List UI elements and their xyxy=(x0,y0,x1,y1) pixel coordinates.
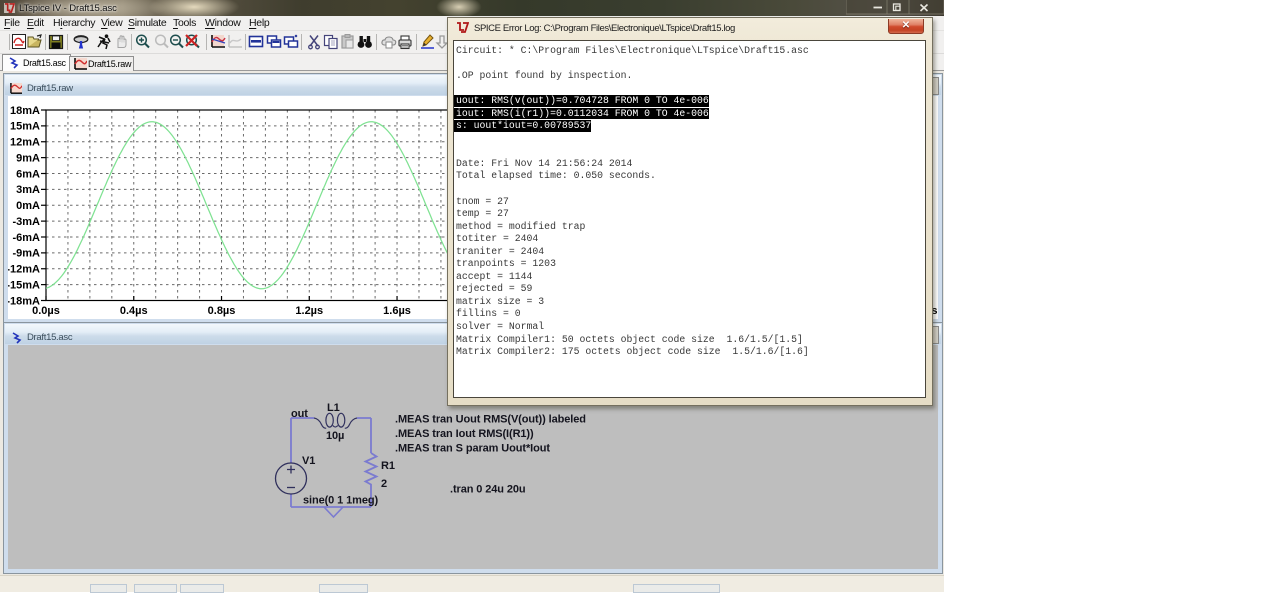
svg-text:-15mA: -15mA xyxy=(8,279,40,291)
svg-text:-3mA: -3mA xyxy=(12,216,40,228)
svg-text:0mA: 0mA xyxy=(16,200,40,212)
svg-text:.tran 0 24u 20u: .tran 0 24u 20u xyxy=(450,484,526,496)
svg-text:1.6µs: 1.6µs xyxy=(383,305,411,317)
svg-text:V1: V1 xyxy=(302,455,315,467)
svg-text:15mA: 15mA xyxy=(10,121,40,133)
svg-text:3mA: 3mA xyxy=(16,184,40,196)
svg-text:12mA: 12mA xyxy=(10,137,40,149)
svg-text:R1: R1 xyxy=(381,460,395,472)
svg-text:.MEAS tran S param Uout*Iout: .MEAS tran S param Uout*Iout xyxy=(395,443,550,455)
svg-text:1.2µs: 1.2µs xyxy=(295,305,323,317)
svg-text:-6mA: -6mA xyxy=(12,232,40,244)
svg-text:2: 2 xyxy=(381,478,387,490)
svg-text:-12mA: -12mA xyxy=(8,264,40,276)
svg-text:-9mA: -9mA xyxy=(12,248,40,260)
svg-text:.MEAS tran Uout RMS(V(out)) la: .MEAS tran Uout RMS(V(out)) labeled xyxy=(395,414,586,426)
svg-text:sine(0 1 1meg): sine(0 1 1meg) xyxy=(303,495,378,507)
svg-text:10µ: 10µ xyxy=(326,430,344,442)
svg-text:6mA: 6mA xyxy=(16,168,40,180)
svg-text:out: out xyxy=(291,408,308,420)
svg-text:L1: L1 xyxy=(327,402,340,414)
svg-text:0.8µs: 0.8µs xyxy=(208,305,236,317)
svg-text:18mA: 18mA xyxy=(10,105,40,117)
svg-text:.MEAS tran Iout RMS(I(R1)): .MEAS tran Iout RMS(I(R1)) xyxy=(395,428,534,440)
svg-text:0.4µs: 0.4µs xyxy=(120,305,148,317)
svg-text:0.0µs: 0.0µs xyxy=(32,305,60,317)
svg-text:9mA: 9mA xyxy=(16,152,40,164)
